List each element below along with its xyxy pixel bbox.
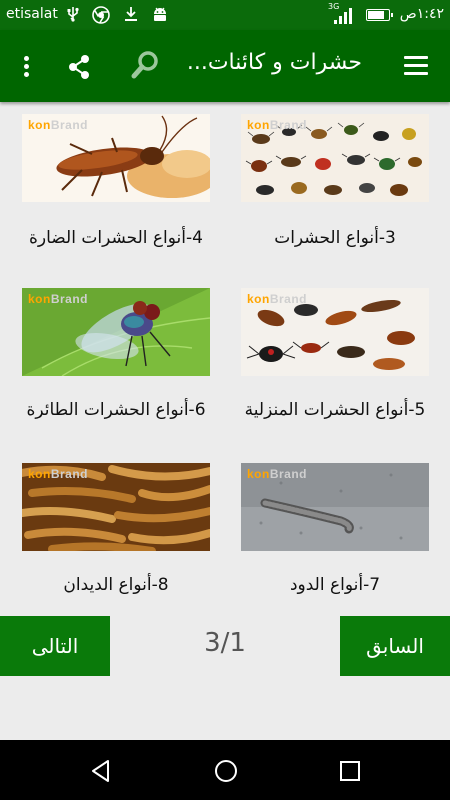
signal-icon	[334, 8, 354, 24]
hamburger-icon[interactable]	[404, 56, 428, 76]
download-icon	[124, 6, 138, 26]
home-icon[interactable]	[213, 758, 239, 784]
android-icon	[152, 6, 168, 27]
more-vert-icon[interactable]	[22, 56, 30, 78]
grid-item-caption: 3-أنواع الحشرات	[274, 228, 396, 248]
cockroach-image: konBrand	[22, 114, 210, 202]
grid-item-caption: 7-أنواع الدود	[289, 575, 381, 595]
grid-item-caption: 8-أنواع الديدان	[63, 575, 169, 595]
status-bar: etisalat 3G ١:٤٢ص	[0, 0, 450, 30]
back-icon[interactable]	[88, 758, 114, 784]
household-insects-image: konBrand	[241, 288, 429, 376]
watermark-brand: konBrand	[247, 292, 308, 306]
clock: ١:٤٢ص	[399, 6, 444, 22]
next-button[interactable]: التالى	[0, 616, 110, 676]
many-insects-image: konBrand	[241, 114, 429, 202]
battery-icon	[366, 9, 393, 21]
page-indicator: 3/1	[204, 628, 246, 658]
watermark-brand: konBrand	[28, 467, 89, 481]
carrier-name: etisalat	[6, 6, 58, 22]
search-icon[interactable]	[130, 50, 160, 80]
watermark-brand: konBrand	[247, 118, 308, 132]
recents-icon[interactable]	[338, 759, 362, 783]
watermark-brand: konBrand	[28, 292, 89, 306]
usb-icon	[66, 6, 80, 26]
watermark-brand: konBrand	[247, 467, 308, 481]
grid-item-caption: 4-أنواع الحشرات الضارة	[29, 228, 203, 248]
previous-button[interactable]: السابق	[340, 616, 450, 676]
system-nav-bar	[0, 740, 450, 800]
watermark-brand: konBrand	[28, 118, 89, 132]
millipede-image: konBrand	[241, 463, 429, 551]
grid-item-caption: 5-أنواع الحشرات المنزلية	[244, 400, 426, 420]
share-icon[interactable]	[66, 54, 92, 80]
app-toolbar: حشرات و كائنات...	[0, 30, 450, 102]
fly-on-leaf-image: konBrand	[22, 288, 210, 376]
mealworms-image: konBrand	[22, 463, 210, 551]
page-title: حشرات و كائنات...	[186, 50, 362, 75]
chrome-icon	[92, 6, 110, 28]
grid-item-caption: 6-أنواع الحشرات الطائرة	[26, 400, 206, 420]
